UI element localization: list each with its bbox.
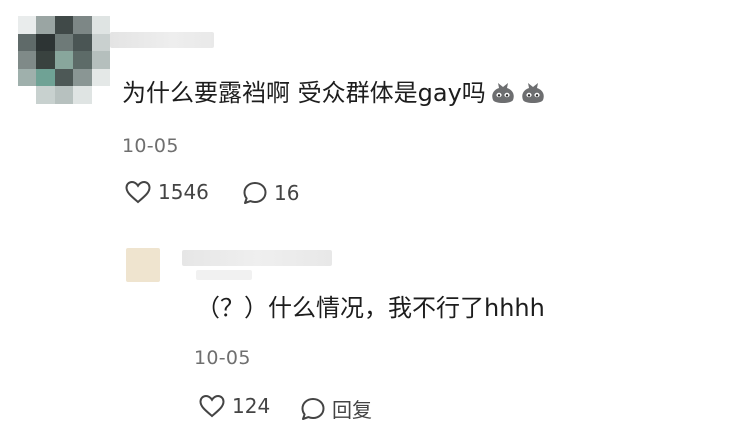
reply-label: 回复 [332,398,372,422]
reply-like-count: 124 [232,394,271,418]
reply-date: 10-05 [194,347,251,369]
comment-text: 为什么要露裆啊 受众群体是gay吗 [122,78,546,108]
bag-face-emoji-icon [522,83,544,103]
comment-body: 为什么要露裆啊 受众群体是gay吗 [122,79,486,107]
reply-like-button[interactable]: 124 [198,394,270,418]
reply-button[interactable]: 回复 [300,394,372,423]
reply-count: 16 [274,181,300,205]
username-blurred[interactable] [110,32,214,48]
reply-avatar[interactable] [126,248,160,282]
heart-icon [199,394,225,418]
reply-username-blurred[interactable] [182,250,332,266]
bag-face-emoji-icon [492,83,514,103]
like-count: 1546 [158,180,209,204]
reply-count-button[interactable]: 16 [242,180,299,206]
comment-date: 10-05 [122,135,179,157]
comment-bubble-icon [243,182,267,204]
like-button[interactable]: 1546 [124,180,209,204]
reply-username-blurred-2 [196,270,252,280]
comment-bubble-icon [301,397,325,420]
heart-icon [125,180,151,204]
avatar[interactable] [18,16,110,104]
reply-text: （？）什么情况，我不行了hhhh [196,294,545,322]
